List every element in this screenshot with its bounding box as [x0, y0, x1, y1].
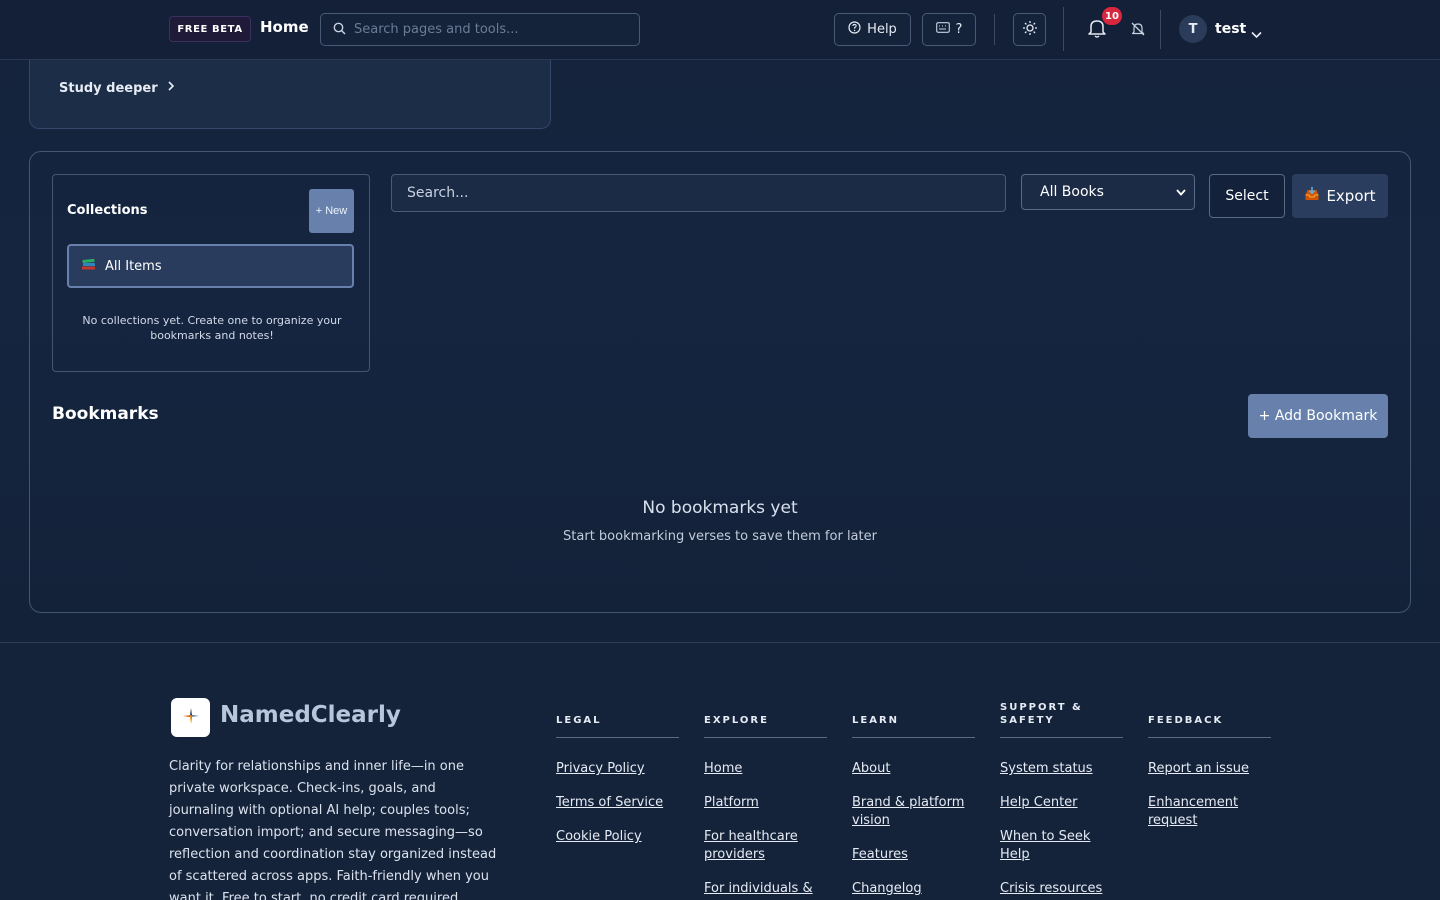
inbox-tray-icon: [1304, 186, 1320, 206]
keyboard-icon: [935, 22, 950, 37]
search-icon: [333, 20, 346, 39]
top-search-box[interactable]: [320, 13, 640, 46]
divider: [1063, 7, 1064, 51]
book-filter-value: All Books: [1040, 184, 1104, 200]
username-label[interactable]: test: [1215, 21, 1246, 37]
study-deeper-label: Study deeper: [59, 80, 158, 96]
mute-notifications-button[interactable]: [1130, 21, 1146, 41]
footer-link[interactable]: About: [852, 761, 890, 776]
footer-link[interactable]: Brand & platform vision: [852, 795, 964, 828]
footer-link[interactable]: Features: [852, 847, 908, 862]
shortcuts-label: ?: [955, 22, 963, 37]
footer-link[interactable]: Privacy Policy: [556, 761, 645, 776]
add-bookmark-button[interactable]: + Add Bookmark: [1248, 394, 1388, 438]
footer: NamedClearly Clarity for relationships a…: [0, 642, 1440, 900]
footer-heading: LEARN: [852, 701, 975, 738]
divider: [1160, 10, 1161, 49]
brand-tagline: Clarity for relationships and inner life…: [169, 759, 497, 900]
books-icon: [81, 257, 97, 275]
bookmark-search-box[interactable]: [391, 174, 1006, 212]
divider: [994, 14, 995, 45]
study-deeper-link[interactable]: Study deeper: [59, 80, 176, 96]
empty-state-title: No bookmarks yet: [642, 498, 798, 518]
top-bar: FREE BETA Home Help ? 10 T test: [0, 0, 1440, 60]
top-search-input[interactable]: [354, 22, 614, 37]
book-filter-select[interactable]: All Books: [1021, 174, 1195, 210]
help-label: Help: [867, 22, 897, 37]
bell-off-icon: [1130, 22, 1146, 41]
avatar[interactable]: T: [1179, 15, 1207, 43]
collections-box: Collections + New All Items No collectio…: [52, 174, 370, 372]
footer-link[interactable]: For individuals &: [704, 881, 813, 896]
brand-logo[interactable]: [171, 698, 210, 737]
footer-link[interactable]: Report an issue: [1148, 761, 1249, 776]
notification-count-badge: 10: [1102, 7, 1122, 25]
footer-column-explore: EXPLORE Home Platform For healthcare pro…: [704, 701, 827, 900]
export-button[interactable]: Export: [1292, 174, 1388, 218]
all-items-collection[interactable]: All Items: [67, 244, 354, 288]
select-button[interactable]: Select: [1209, 174, 1285, 218]
sun-icon: [1022, 20, 1038, 40]
collections-title: Collections: [67, 203, 148, 218]
footer-heading: LEGAL: [556, 701, 679, 738]
keyboard-shortcuts-button[interactable]: ?: [922, 13, 976, 46]
chevron-right-icon: [166, 80, 176, 96]
footer-link[interactable]: Cookie Policy: [556, 829, 642, 844]
chevron-down-icon: [1176, 184, 1186, 200]
all-items-label: All Items: [105, 258, 162, 274]
footer-column-feedback: FEEDBACK Report an issue Enhancement req…: [1148, 701, 1271, 846]
footer-column-support: SUPPORT & SAFETY System status Help Cent…: [1000, 701, 1123, 900]
footer-link[interactable]: Home: [704, 761, 742, 776]
export-label: Export: [1326, 187, 1376, 205]
empty-state-subtitle: Start bookmarking verses to save them fo…: [563, 529, 877, 544]
bell-icon: [1086, 20, 1108, 43]
user-menu-chevron[interactable]: [1251, 24, 1262, 43]
chevron-down-icon: [1251, 24, 1262, 43]
new-collection-button[interactable]: + New: [309, 189, 354, 233]
footer-link[interactable]: Platform: [704, 795, 759, 810]
footer-link[interactable]: Help Center: [1000, 795, 1078, 810]
bookmark-search-input[interactable]: [407, 185, 987, 201]
footer-link[interactable]: Terms of Service: [556, 795, 663, 810]
footer-link[interactable]: Crisis resources: [1000, 881, 1102, 896]
footer-link[interactable]: Enhancement request: [1148, 795, 1238, 828]
footer-link[interactable]: System status: [1000, 761, 1093, 776]
footer-heading: FEEDBACK: [1148, 701, 1271, 738]
footer-column-legal: LEGAL Privacy Policy Terms of Service Co…: [556, 701, 679, 862]
bookmarks-title: Bookmarks: [52, 404, 159, 424]
footer-column-learn: LEARN About Brand & platform vision Feat…: [852, 701, 975, 900]
theme-toggle-button[interactable]: [1013, 13, 1046, 46]
footer-link[interactable]: Changelog: [852, 881, 922, 896]
collections-empty-text: No collections yet. Create one to organi…: [82, 314, 342, 342]
footer-heading: EXPLORE: [704, 701, 827, 738]
logo-icon: [182, 707, 200, 729]
brand-name[interactable]: NamedClearly: [220, 702, 401, 728]
footer-link[interactable]: When to Seek Help: [1000, 829, 1090, 862]
home-link[interactable]: Home: [260, 18, 309, 36]
help-button[interactable]: Help: [834, 13, 911, 46]
footer-heading: SUPPORT & SAFETY: [1000, 701, 1123, 738]
bookmarks-panel: Collections + New All Items No collectio…: [29, 151, 1411, 613]
footer-link[interactable]: For healthcare providers: [704, 829, 798, 862]
free-beta-badge: FREE BETA: [169, 16, 251, 42]
help-icon: [848, 21, 861, 38]
